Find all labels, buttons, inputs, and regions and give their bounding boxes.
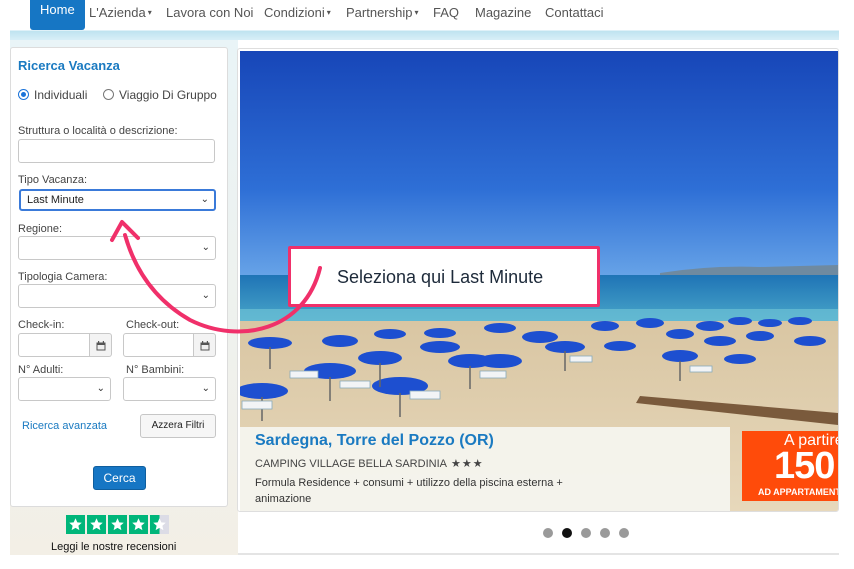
chevron-down-icon: ⌄ bbox=[200, 194, 209, 205]
chevron-down-icon: ⌄ bbox=[201, 242, 210, 253]
nav-lavora[interactable]: Lavora con Noi bbox=[166, 5, 253, 20]
slider-dot-active[interactable] bbox=[562, 528, 572, 538]
radio-group-label[interactable]: Viaggio Di Gruppo bbox=[119, 88, 217, 102]
radio-individual-label[interactable]: Individuali bbox=[34, 88, 87, 102]
rating-stars[interactable] bbox=[66, 515, 169, 534]
calendar-icon bbox=[200, 341, 210, 351]
reviews-link[interactable]: Leggi le nostre recensioni bbox=[51, 541, 176, 553]
location-input[interactable] bbox=[18, 139, 215, 163]
top-navigation: Home L'Azienda ▾ Lavora con Noi Condizion… bbox=[10, 0, 839, 40]
page: Home L'Azienda ▾ Lavora con Noi Condizion… bbox=[0, 0, 854, 569]
star-icon bbox=[129, 515, 148, 534]
chevron-down-icon: ⌄ bbox=[96, 383, 105, 394]
rating-stars: ★★★ bbox=[450, 458, 484, 470]
star-icon bbox=[108, 515, 127, 534]
slider-dot[interactable] bbox=[600, 528, 610, 538]
radio-individual[interactable] bbox=[18, 89, 29, 100]
checkin-label: Check-in: bbox=[18, 319, 65, 331]
children-label: N° Bambini: bbox=[126, 364, 185, 376]
nav-home[interactable]: Home bbox=[30, 0, 85, 30]
slider-dot[interactable] bbox=[543, 528, 553, 538]
slider-dot[interactable] bbox=[619, 528, 629, 538]
region-label: Regione: bbox=[18, 223, 63, 235]
search-button[interactable]: Cerca bbox=[93, 466, 146, 490]
star-icon bbox=[66, 515, 85, 534]
search-panel: Ricerca Vacanza Individuali Viaggio Di G… bbox=[10, 47, 228, 507]
half-star-icon bbox=[150, 515, 169, 534]
slide-caption: Sardegna, Torre del Pozzo (OR) CAMPING V… bbox=[240, 427, 730, 511]
children-select[interactable]: ⌄ bbox=[123, 377, 216, 401]
type-label: Tipo Vacanza: bbox=[18, 174, 88, 186]
checkin-input[interactable] bbox=[18, 333, 90, 357]
nav-azienda[interactable]: L'Azienda ▾ bbox=[89, 5, 152, 20]
divider bbox=[238, 553, 839, 555]
reset-filters-button[interactable]: Azzera Filtri bbox=[140, 414, 216, 438]
checkout-input[interactable] bbox=[123, 333, 194, 357]
annotation-callout: Seleziona qui Last Minute bbox=[288, 246, 600, 307]
nav-condizioni[interactable]: Condizioni ▾ bbox=[264, 5, 331, 20]
advanced-search-link[interactable]: Ricerca avanzata bbox=[22, 420, 107, 432]
chevron-down-icon: ⌄ bbox=[201, 290, 210, 301]
slide-title[interactable]: Sardegna, Torre del Pozzo (OR) bbox=[255, 432, 494, 450]
slider-dots bbox=[543, 528, 629, 538]
price-unit: AD APPARTAMENTO bbox=[758, 487, 839, 497]
checkin-calendar-button[interactable] bbox=[90, 333, 112, 357]
adults-select[interactable]: ⌄ bbox=[18, 377, 111, 401]
slide-description: Formula Residence + consumi + utilizzo d… bbox=[255, 477, 563, 505]
location-label: Struttura o località o descrizione: bbox=[18, 125, 178, 137]
callout-text: Seleziona qui Last Minute bbox=[337, 267, 544, 287]
vacation-type-value: Last Minute bbox=[27, 194, 84, 206]
checkout-label: Check-out: bbox=[126, 319, 180, 331]
search-title: Ricerca Vacanza bbox=[18, 58, 120, 73]
price-badge[interactable]: A partire 150 AD APPARTAMENTO bbox=[742, 431, 839, 501]
nav-magazine[interactable]: Magazine bbox=[475, 5, 531, 20]
nav-contattaci[interactable]: Contattaci bbox=[545, 5, 604, 20]
slide-subtitle: CAMPING VILLAGE BELLA SARDINIA ★★★ bbox=[255, 457, 484, 470]
star-icon bbox=[87, 515, 106, 534]
vacation-type-select[interactable]: Last Minute ⌄ bbox=[19, 189, 216, 211]
region-select[interactable]: ⌄ bbox=[18, 236, 216, 260]
slider-dot[interactable] bbox=[581, 528, 591, 538]
room-label: Tipologia Camera: bbox=[18, 271, 108, 283]
calendar-icon bbox=[96, 341, 106, 351]
room-select[interactable]: ⌄ bbox=[18, 284, 216, 308]
radio-group[interactable] bbox=[103, 89, 114, 100]
price-value: 150 bbox=[774, 445, 835, 487]
slide-subtitle-text: CAMPING VILLAGE BELLA SARDINIA bbox=[255, 458, 447, 470]
chevron-down-icon: ⌄ bbox=[201, 383, 210, 394]
adults-label: N° Adulti: bbox=[18, 364, 64, 376]
checkout-calendar-button[interactable] bbox=[194, 333, 216, 357]
nav-partnership[interactable]: Partnership ▾ bbox=[346, 5, 419, 20]
nav-faq[interactable]: FAQ bbox=[433, 5, 459, 20]
